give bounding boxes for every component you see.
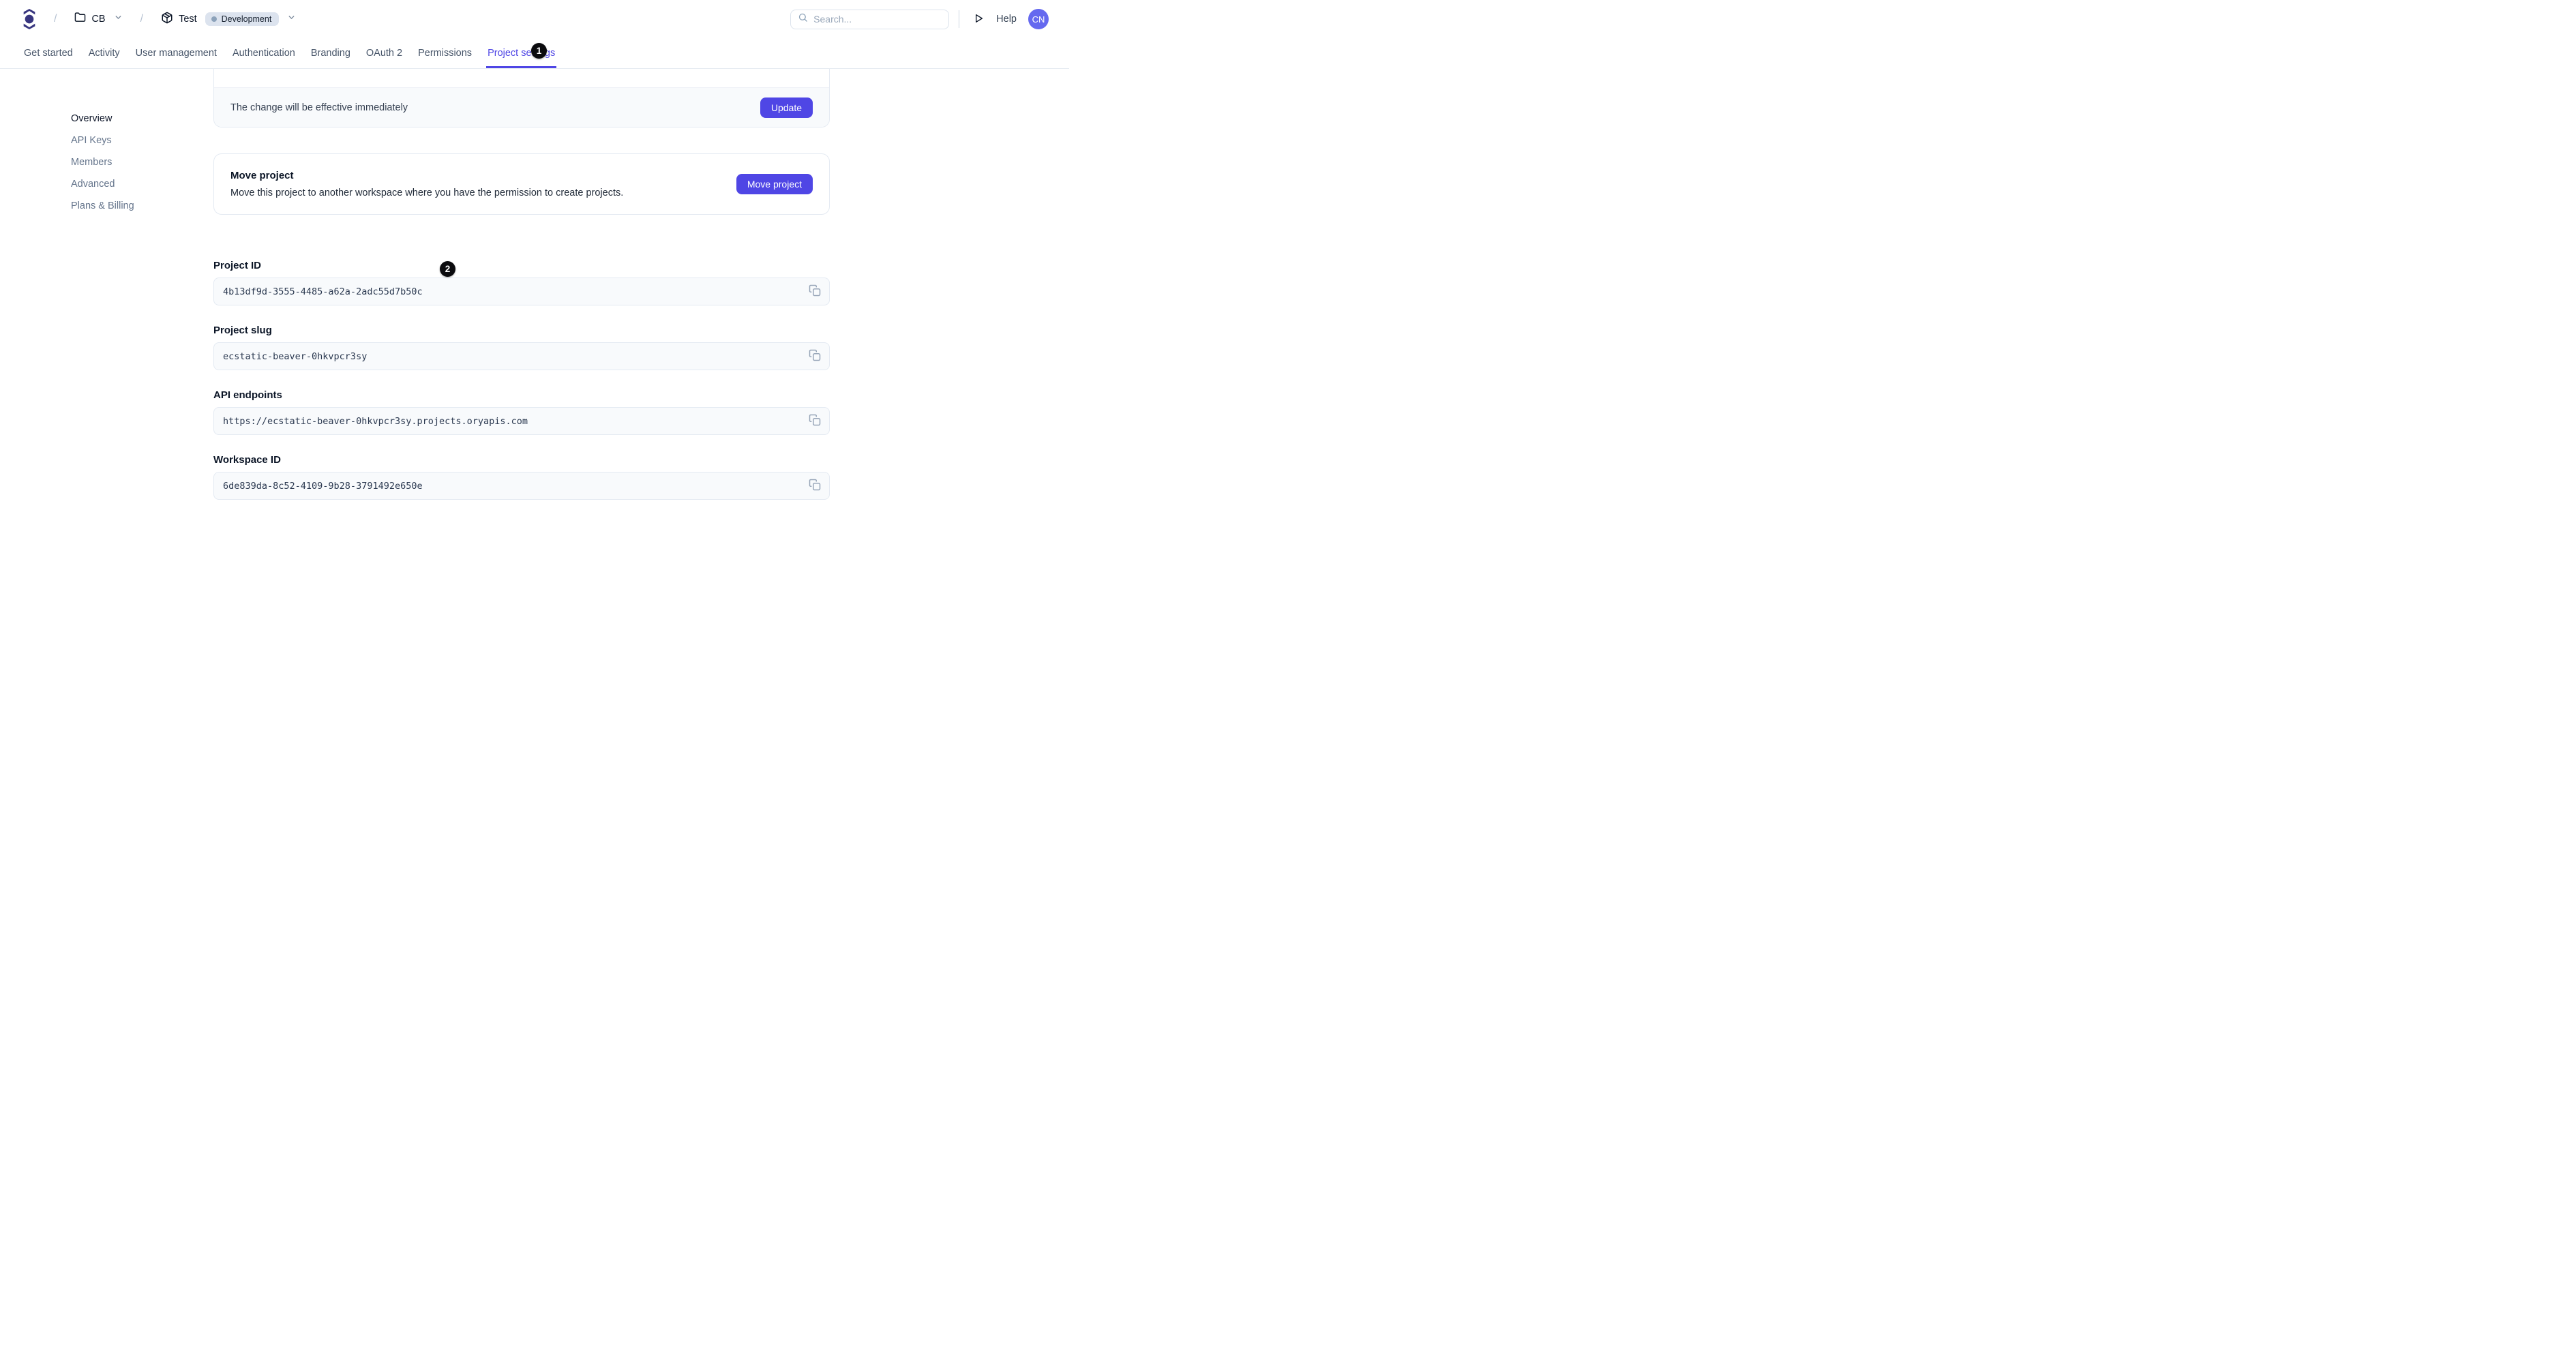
project-name: Test <box>179 14 197 25</box>
copy-icon <box>809 349 821 363</box>
project-crumb[interactable]: Test Development <box>161 12 296 27</box>
field-value: ecstatic-beaver-0hkvpcr3sy <box>223 350 368 362</box>
help-link[interactable]: Help <box>996 14 1017 25</box>
field-value: 4b13df9d-3555-4485-a62a-2adc55d7b50c <box>223 286 423 297</box>
tab-branding[interactable]: Branding <box>310 38 352 68</box>
sidebar-item-members[interactable]: Members <box>71 157 213 168</box>
workspace-crumb[interactable]: CB <box>74 12 122 27</box>
environment-label: Development <box>221 14 272 24</box>
field-label: Workspace ID <box>213 454 281 466</box>
main-area: Overview API Keys Members Advanced Plans… <box>0 69 1069 500</box>
copy-icon <box>809 414 821 428</box>
sidebar-item-advanced[interactable]: Advanced <box>71 179 213 190</box>
field-value-box: ecstatic-beaver-0hkvpcr3sy <box>213 342 830 370</box>
settings-content: The change will be effective immediately… <box>213 69 830 500</box>
search-box <box>790 9 950 29</box>
chevron-down-icon <box>287 13 296 25</box>
breadcrumb: / CB / Test Development <box>23 9 296 29</box>
sidebar-item-api-keys[interactable]: API Keys <box>71 135 213 147</box>
sidebar-item-overview[interactable]: Overview <box>71 113 213 125</box>
annotation-badge-1: 1 <box>531 43 547 59</box>
tab-user-management[interactable]: User management <box>134 38 218 68</box>
run-button[interactable] <box>970 10 987 29</box>
play-icon <box>973 13 984 26</box>
copy-icon <box>809 479 821 493</box>
copy-button[interactable] <box>807 413 823 430</box>
field-project-slug: Project slug ecstatic-beaver-0hkvpcr3sy <box>213 325 830 370</box>
top-bar: / CB / Test Development Search... Help C… <box>0 0 1069 38</box>
field-value-box: 4b13df9d-3555-4485-a62a-2adc55d7b50c <box>213 278 830 305</box>
field-value-box: https://ecstatic-beaver-0hkvpcr3sy.proje… <box>213 407 830 435</box>
chevron-down-icon <box>114 13 123 25</box>
tab-oauth2[interactable]: OAuth 2 <box>365 38 404 68</box>
field-value-box: 6de839da-8c52-4109-9b28-3791492e650e <box>213 472 830 500</box>
field-label: Project slug <box>213 325 272 336</box>
copy-button[interactable] <box>807 478 823 494</box>
search-icon <box>798 12 808 26</box>
settings-sidebar: Overview API Keys Members Advanced Plans… <box>0 69 213 212</box>
tab-permissions[interactable]: Permissions <box>417 38 473 68</box>
folder-icon <box>74 12 86 27</box>
move-project-description: Move this project to another workspace w… <box>230 188 624 198</box>
field-label: API endpoints <box>213 389 282 401</box>
field-label: Project ID <box>213 260 262 271</box>
copy-button[interactable] <box>807 284 823 300</box>
workspace-name: CB <box>91 14 106 25</box>
tab-activity[interactable]: Activity <box>87 38 121 68</box>
field-api-endpoints: API endpoints https://ecstatic-beaver-0h… <box>213 389 830 435</box>
move-project-text: Move project Move this project to anothe… <box>230 170 623 198</box>
project-settings-page: / CB / Test Development Search... Help C… <box>0 0 1069 567</box>
tab-get-started[interactable]: Get started <box>23 38 74 68</box>
field-value: https://ecstatic-beaver-0hkvpcr3sy.proje… <box>223 415 528 427</box>
copy-icon <box>809 284 821 299</box>
field-project-id: Project ID 4b13df9d-3555-4485-a62a-2adc5… <box>213 260 830 305</box>
breadcrumb-separator: / <box>54 13 57 25</box>
update-button[interactable]: Update <box>760 97 813 118</box>
ory-logo-icon[interactable] <box>23 9 36 29</box>
update-notice-card: The change will be effective immediately… <box>213 69 830 127</box>
top-bar-actions: Help CN <box>790 9 1049 29</box>
annotation-badge-2: 2 <box>440 261 455 277</box>
move-project-title: Move project <box>230 170 294 181</box>
update-card-footer: The change will be effective immediately… <box>214 88 829 127</box>
update-message: The change will be effective immediately <box>230 102 408 113</box>
environment-dot-icon <box>211 16 217 22</box>
sidebar-item-plans-billing[interactable]: Plans & Billing <box>71 200 213 212</box>
search-input[interactable] <box>813 14 942 25</box>
move-project-button[interactable]: Move project <box>736 174 813 194</box>
breadcrumb-separator: / <box>140 13 144 25</box>
move-project-card: Move project Move this project to anothe… <box>213 153 830 215</box>
field-value: 6de839da-8c52-4109-9b28-3791492e650e <box>223 480 423 492</box>
copy-button[interactable] <box>807 348 823 365</box>
environment-badge: Development <box>205 12 280 26</box>
tab-authentication[interactable]: Authentication <box>231 38 297 68</box>
user-avatar[interactable]: CN <box>1028 9 1049 29</box>
package-icon <box>161 12 173 27</box>
field-workspace-id: Workspace ID 6de839da-8c52-4109-9b28-379… <box>213 454 830 500</box>
card-body-clipped <box>214 69 829 88</box>
